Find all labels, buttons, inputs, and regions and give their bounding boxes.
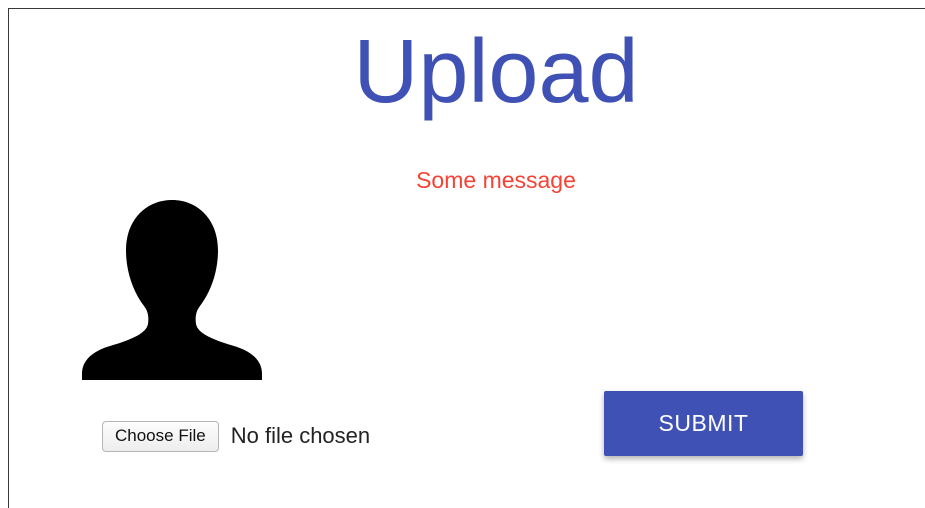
avatar [80, 198, 264, 382]
file-input-row: Choose File No file chosen [102, 419, 370, 453]
page-title: Upload [353, 22, 639, 122]
submit-button[interactable]: SUBMIT [604, 391, 803, 456]
file-status-text: No file chosen [230, 423, 371, 448]
person-silhouette-icon [82, 200, 262, 380]
choose-file-button[interactable]: Choose File [102, 420, 219, 452]
status-message: Some message [416, 167, 576, 193]
